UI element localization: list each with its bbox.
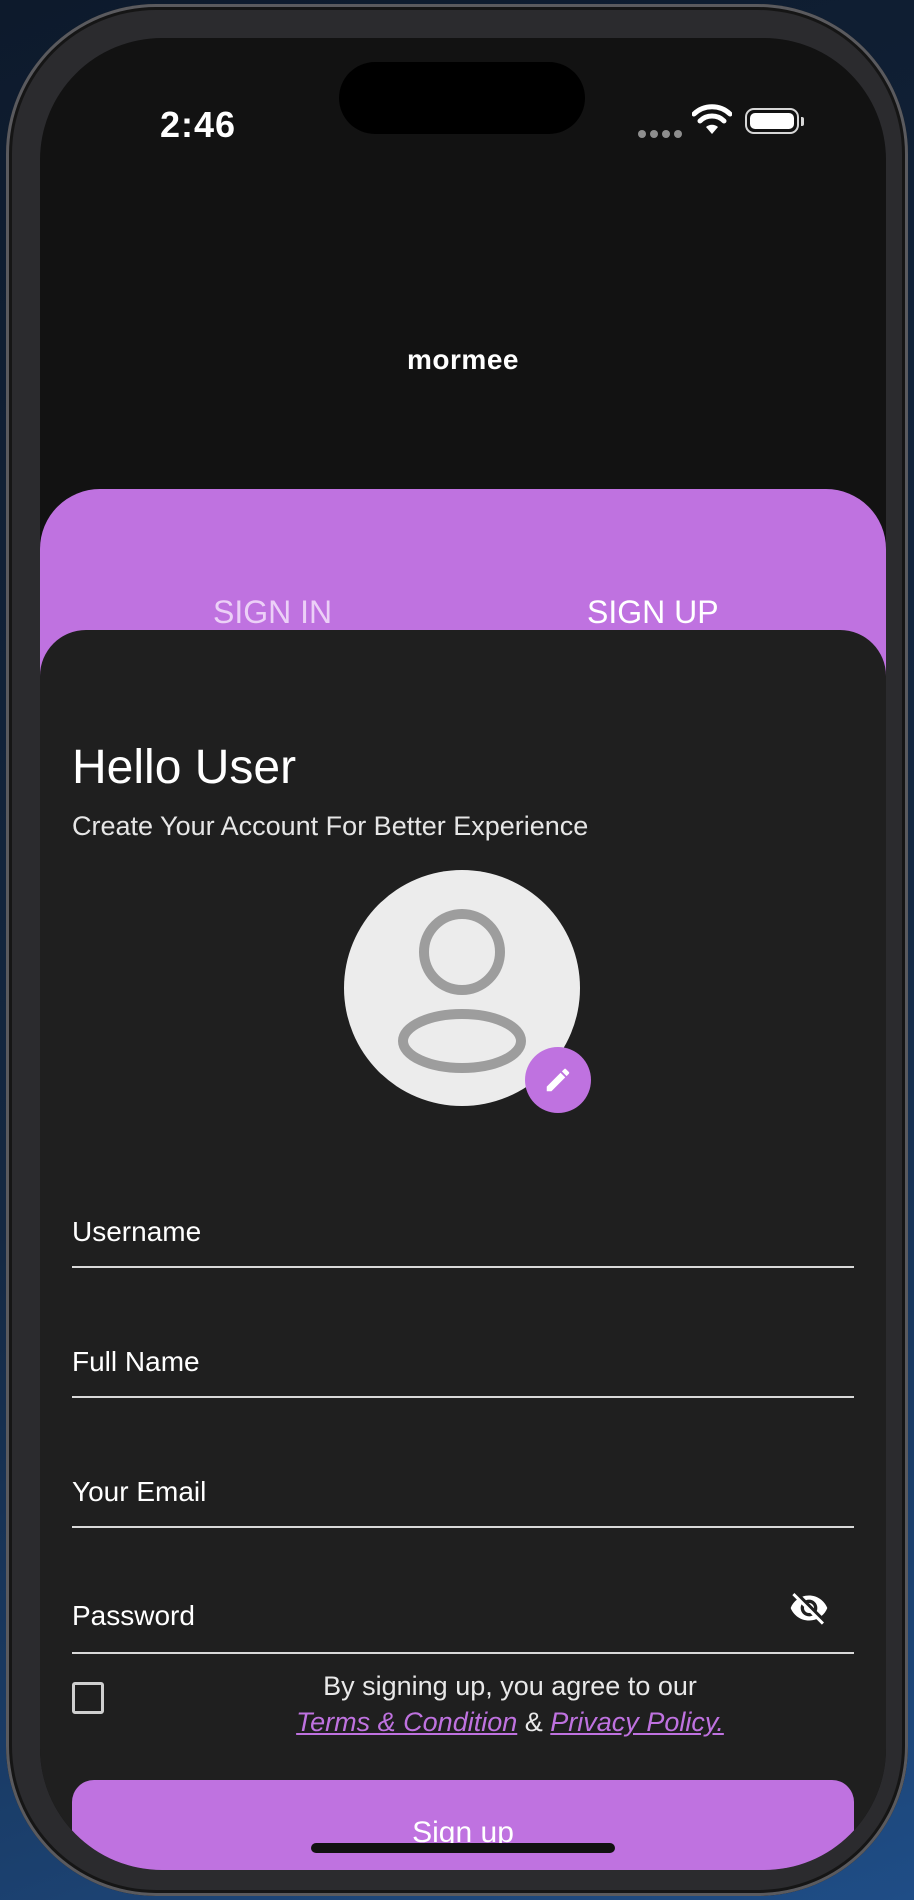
full-name-label: Full Name (72, 1346, 200, 1377)
terms-link[interactable]: Terms & Condition (296, 1707, 517, 1737)
tab-sign-up[interactable]: SIGN UP (587, 594, 719, 631)
edit-avatar-button[interactable] (525, 1047, 591, 1113)
password-label: Password (72, 1600, 195, 1631)
dynamic-island (339, 62, 585, 134)
terms-text: By signing up, you agree to our (323, 1671, 697, 1701)
battery-icon (745, 108, 804, 134)
privacy-link[interactable]: Privacy Policy. (550, 1707, 724, 1737)
email-label: Your Email (72, 1476, 207, 1507)
home-indicator (311, 1843, 615, 1853)
page-title: Hello User (72, 741, 297, 794)
status-time: 2:46 (160, 104, 237, 145)
password-field[interactable]: Password (72, 1564, 854, 1654)
email-field[interactable]: Your Email (72, 1438, 854, 1528)
app-screen: 2:46 mormee SIGN IN SIGN UP Hello User C… (40, 38, 886, 1870)
phone-frame: 2:46 mormee SIGN IN SIGN UP Hello User C… (6, 4, 908, 1896)
signup-button[interactable]: Sign up (72, 1780, 854, 1870)
agree-checkbox[interactable] (72, 1682, 104, 1714)
full-name-field[interactable]: Full Name (72, 1308, 854, 1398)
username-label: Username (72, 1216, 202, 1247)
brand-logo: mormee (407, 344, 519, 375)
tab-sign-in[interactable]: SIGN IN (213, 594, 332, 631)
pencil-icon (546, 1068, 570, 1092)
terms-ampersand: & (524, 1707, 543, 1737)
wifi-icon (691, 104, 733, 141)
username-field[interactable]: Username (72, 1178, 854, 1268)
cellular-signal-icon (638, 130, 682, 138)
eye-off-icon[interactable] (786, 1588, 832, 1633)
terms-agreement: By signing up, you agree to our Terms & … (210, 1668, 810, 1740)
page-subtitle: Create Your Account For Better Experienc… (72, 811, 589, 841)
